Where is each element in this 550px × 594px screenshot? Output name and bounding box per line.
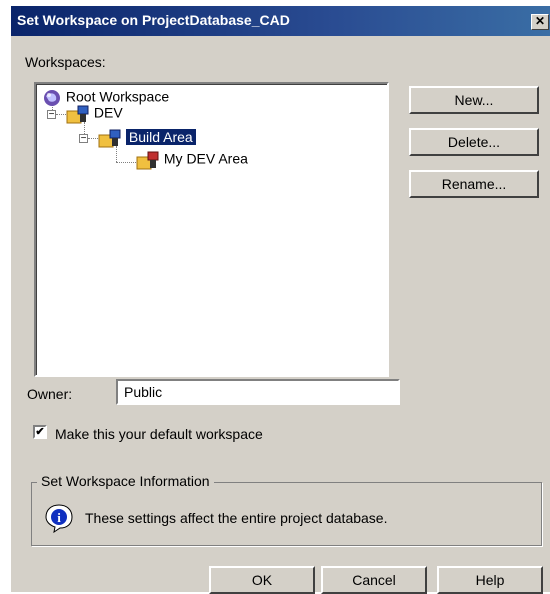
help-button[interactable]: Help: [437, 566, 543, 594]
globe-icon: [44, 90, 60, 106]
collapse-toggle-build-area[interactable]: −: [79, 134, 88, 144]
tree-item-label: Build Area: [125, 128, 196, 145]
title-bar: Set Workspace on ProjectDatabase_CAD ✕: [11, 6, 550, 36]
new-button[interactable]: New...: [409, 86, 539, 114]
workspace-tree[interactable]: Root Workspace − DEV − Build Area My DEV…: [34, 82, 389, 377]
cancel-button[interactable]: Cancel: [321, 566, 427, 594]
tree-item-label: DEV: [93, 104, 123, 121]
ok-button[interactable]: OK: [209, 566, 315, 594]
tree-item-dev[interactable]: DEV: [66, 104, 123, 124]
tree-item-label: Root Workspace: [65, 88, 170, 105]
owner-field[interactable]: Public: [116, 379, 400, 405]
default-workspace-label[interactable]: Make this your default workspace: [55, 426, 263, 442]
default-workspace-checkbox[interactable]: ✔: [33, 425, 47, 439]
svg-text:i: i: [57, 510, 61, 525]
delete-button[interactable]: Delete...: [409, 128, 539, 156]
tree-connector: [56, 114, 66, 115]
tree-item-my-dev-area[interactable]: My DEV Area: [136, 150, 248, 170]
tree-connector: [116, 146, 117, 162]
owner-label: Owner:: [27, 386, 73, 402]
tree-connector: [116, 162, 136, 163]
workspace-folder-icon: [66, 105, 89, 124]
set-workspace-dialog: Set Workspace on ProjectDatabase_CAD ✕ W…: [10, 5, 550, 594]
info-message: These settings affect the entire project…: [85, 510, 388, 526]
close-button[interactable]: ✕: [531, 14, 549, 30]
rename-button[interactable]: Rename...: [409, 170, 539, 198]
tree-item-label: My DEV Area: [163, 150, 248, 167]
collapse-toggle-dev[interactable]: −: [47, 110, 56, 120]
workspaces-label: Workspaces:: [25, 54, 106, 70]
info-icon: i: [45, 504, 73, 533]
tree-item-build-area[interactable]: Build Area: [98, 128, 196, 148]
workspace-folder-icon: [136, 151, 159, 170]
info-group-title: Set Workspace Information: [37, 473, 214, 489]
dialog-title: Set Workspace on ProjectDatabase_CAD: [17, 12, 290, 28]
workspace-folder-icon: [98, 129, 121, 148]
